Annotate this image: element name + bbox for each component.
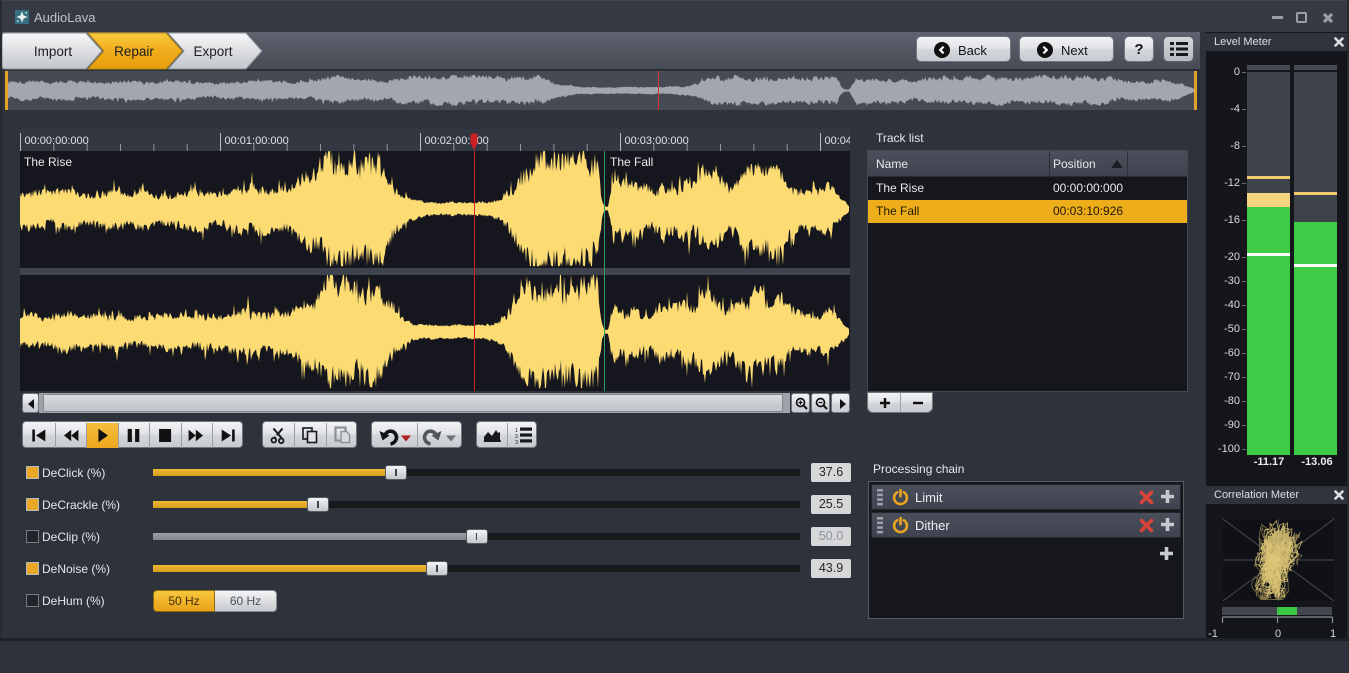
svg-text:3: 3 — [515, 440, 518, 444]
svg-text:Import: Import — [34, 44, 73, 59]
svg-text:00:03:00:000: 00:03:00:000 — [625, 135, 689, 147]
svg-text:00:00:00:000: 00:00:00:000 — [25, 135, 89, 147]
svg-text:00:04:00:000: 00:04:00:000 — [825, 135, 851, 147]
svg-text:00:01:00:000: 00:01:00:000 — [225, 135, 289, 147]
svg-text:00:02:00:000: 00:02:00:000 — [425, 135, 489, 147]
svg-text:Export: Export — [193, 44, 232, 59]
svg-text:Repair: Repair — [114, 44, 154, 59]
